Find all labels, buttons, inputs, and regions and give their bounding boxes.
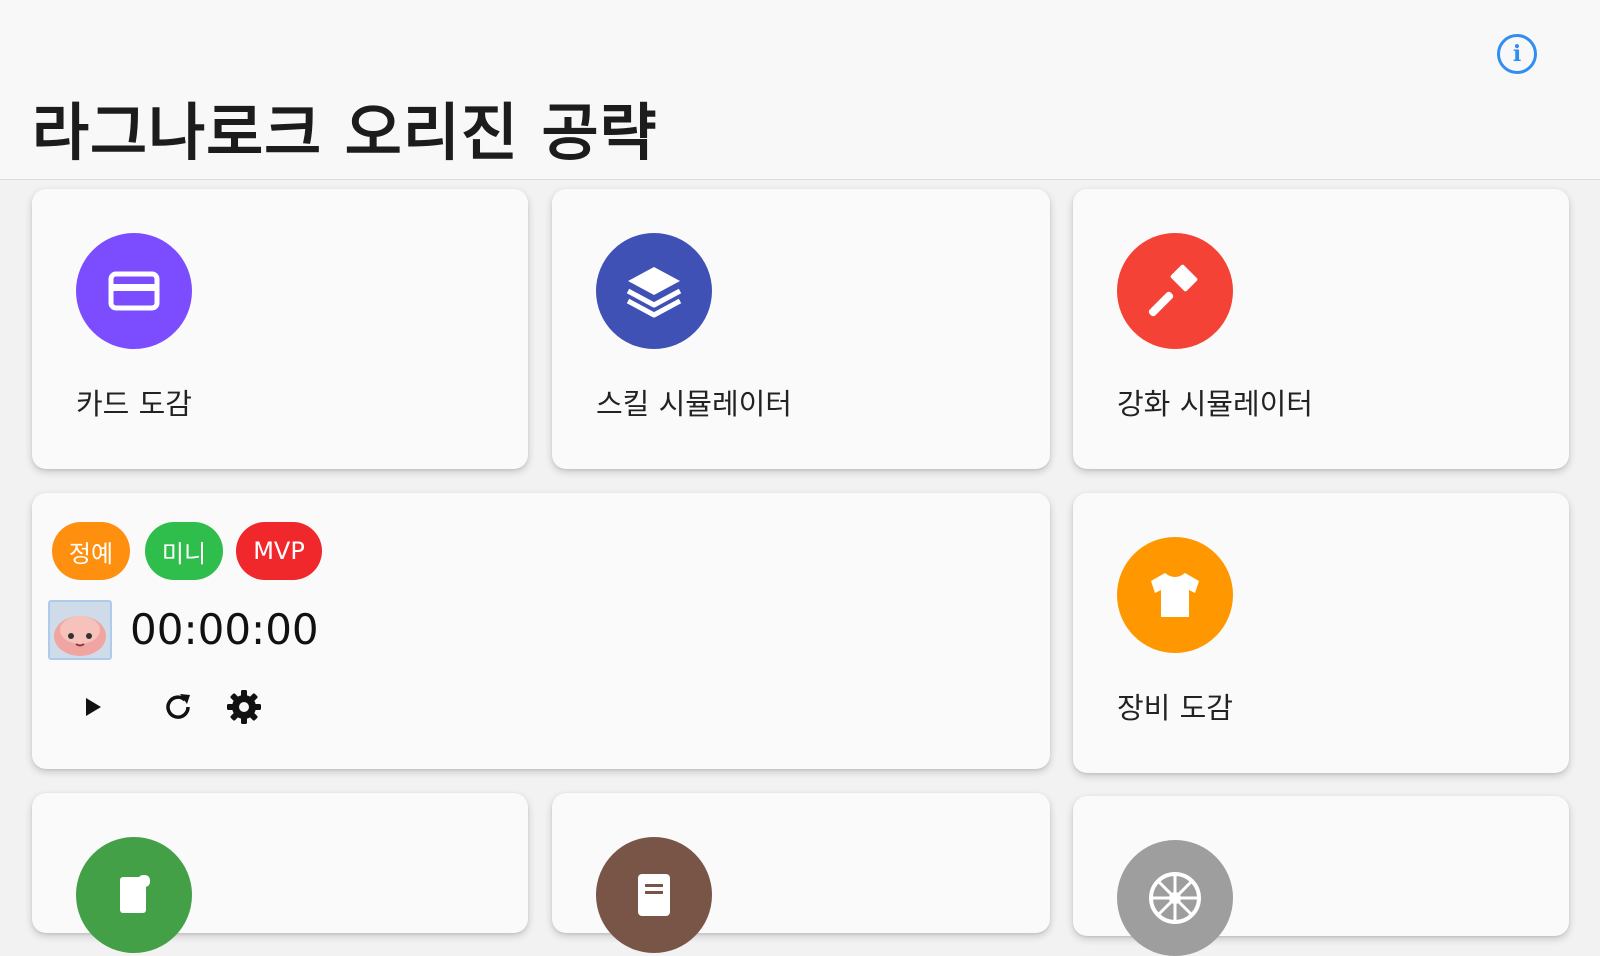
chip-mini[interactable]: 미니: [145, 522, 223, 580]
layers-icon: [596, 233, 712, 349]
timer-display: 00:00:00: [130, 605, 319, 654]
menu-card-skill-simulator[interactable]: 스킬 시뮬레이터: [552, 189, 1050, 469]
monster-avatar[interactable]: [48, 600, 112, 660]
app-header: 라그나로크 오리진 공략 i: [0, 0, 1600, 180]
menu-card-partial-3[interactable]: [1073, 796, 1569, 956]
menu-card-partial-2[interactable]: [552, 793, 1050, 953]
chip-elite[interactable]: 정예: [52, 522, 130, 580]
play-icon[interactable]: [72, 687, 112, 727]
settings-icon[interactable]: [224, 687, 264, 727]
menu-card-label: 강화 시뮬레이터: [1117, 387, 1313, 421]
page-title: 라그나로크 오리진 공략: [32, 96, 658, 169]
menu-card-card-collection[interactable]: 카드 도감: [32, 189, 528, 469]
wheel-icon: [1117, 840, 1233, 956]
document-icon: [596, 837, 712, 953]
scroll-icon: [76, 837, 192, 953]
menu-card-partial-1[interactable]: [32, 793, 528, 953]
shirt-icon: [1117, 537, 1233, 653]
refresh-icon[interactable]: [158, 687, 198, 727]
menu-card-label: 장비 도감: [1117, 691, 1233, 725]
card-icon: [76, 233, 192, 349]
chip-mvp[interactable]: MVP: [236, 522, 322, 580]
menu-card-label: 스킬 시뮬레이터: [596, 387, 792, 421]
menu-card-enhance-simulator[interactable]: 강화 시뮬레이터: [1073, 189, 1569, 469]
hammer-icon: [1117, 233, 1233, 349]
menu-card-equipment-collection[interactable]: 장비 도감: [1073, 493, 1569, 773]
boss-timer-card: 정예 미니 MVP 00:00:00: [32, 493, 1050, 769]
info-icon[interactable]: i: [1497, 34, 1537, 74]
menu-card-label: 카드 도감: [76, 387, 192, 421]
